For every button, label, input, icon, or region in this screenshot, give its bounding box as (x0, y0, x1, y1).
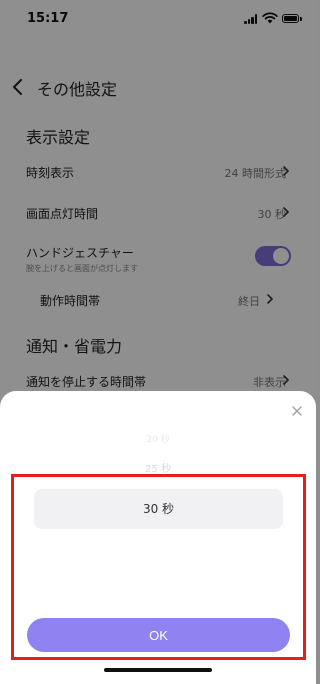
home-indicator (104, 668, 212, 672)
picker-option[interactable]: 20 秒 (0, 432, 316, 445)
highlight-box (11, 474, 306, 660)
settings-screen: 15:17 その他設定 表示設定 時刻表示 24 時間形式 画面点灯時間 30 … (0, 0, 316, 684)
picker-option[interactable]: 25 秒 (0, 460, 316, 475)
close-icon[interactable] (288, 402, 306, 420)
